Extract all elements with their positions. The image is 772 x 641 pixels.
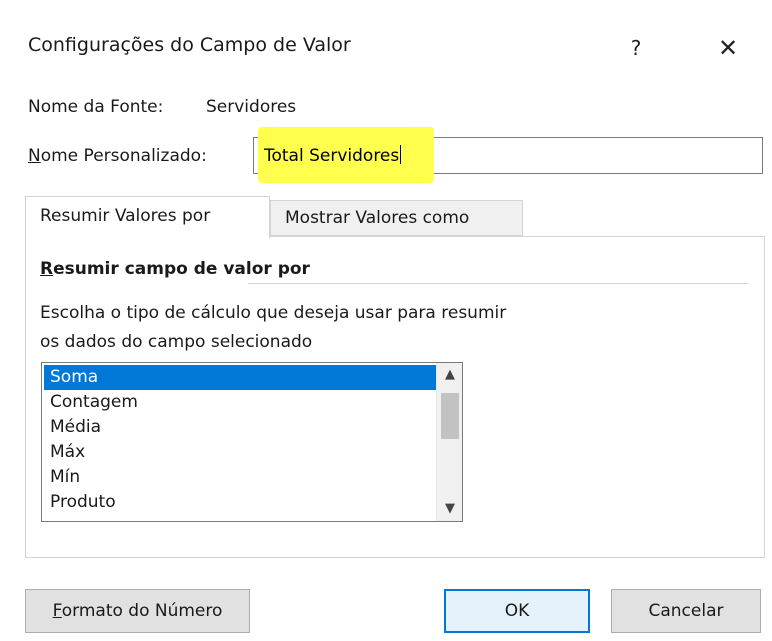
dialog-title: Configurações do Campo de Valor [28, 34, 351, 56]
list-item-contagem[interactable]: Contagem [44, 390, 436, 415]
dialog-titlebar: Configurações do Campo de Valor ? ✕ [0, 0, 772, 92]
tab-panel: Resumir campo de valor por Escolha o tip… [25, 236, 765, 558]
description-line-1: Escolha o tipo de cálculo que deseja usa… [40, 303, 507, 323]
section-title: Resumir campo de valor por [40, 259, 310, 279]
list-item-soma[interactable]: Soma [44, 365, 436, 390]
number-format-accel: F [52, 601, 62, 621]
custom-name-label: Nome Personalizado: [28, 146, 207, 166]
tab-summarize-values[interactable]: Resumir Valores por [25, 196, 270, 238]
custom-name-label-rest: ome Personalizado: [40, 146, 207, 166]
custom-name-accel: N [28, 146, 41, 166]
source-name-value: Servidores [206, 97, 297, 117]
help-icon[interactable]: ? [620, 28, 652, 68]
section-title-accel: R [40, 259, 54, 279]
scroll-up-icon[interactable]: ▲ [437, 363, 462, 385]
source-name-label: Nome da Fonte: [28, 97, 164, 117]
number-format-button[interactable]: Formato do Número [25, 589, 250, 633]
section-description: Escolha o tipo de cálculo que deseja usa… [40, 299, 640, 357]
close-icon[interactable]: ✕ [706, 26, 750, 70]
text-caret [400, 145, 402, 164]
custom-name-value: Total Servidores [264, 145, 402, 166]
scroll-down-icon[interactable]: ▼ [437, 499, 462, 521]
scroll-thumb[interactable] [441, 393, 459, 439]
list-item-media[interactable]: Média [44, 415, 436, 440]
cancel-button[interactable]: Cancelar [611, 589, 761, 633]
section-divider [248, 283, 748, 284]
section-title-rest: esumir campo de valor por [53, 259, 310, 279]
tab-show-values-as[interactable]: Mostrar Valores como [270, 200, 523, 236]
list-item-produto[interactable]: Produto [44, 490, 436, 515]
list-item-min[interactable]: Mín [44, 465, 436, 490]
list-item-max[interactable]: Máx [44, 440, 436, 465]
custom-name-input[interactable]: Total Servidores [253, 127, 763, 183]
calculation-type-list[interactable]: Soma Contagem Média Máx Mín Produto ▲ ▼ [41, 362, 463, 522]
ok-button[interactable]: OK [444, 589, 590, 633]
list-scrollbar[interactable]: ▲ ▼ [436, 363, 462, 521]
description-line-2: os dados do campo selecionado [40, 332, 313, 352]
custom-name-text: Total Servidores [264, 146, 400, 166]
number-format-label: ormato do Número [61, 601, 223, 621]
